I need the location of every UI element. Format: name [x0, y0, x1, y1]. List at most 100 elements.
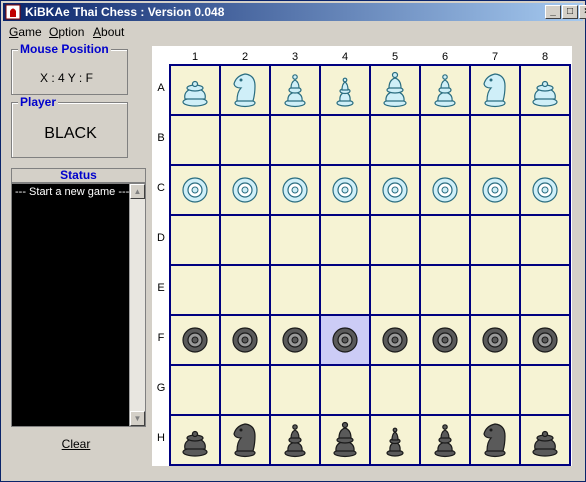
square-B1[interactable]	[171, 116, 219, 164]
black-pawn-icon[interactable]	[321, 316, 369, 364]
black-boat-icon[interactable]	[421, 416, 469, 464]
square-D4[interactable]	[321, 216, 369, 264]
black-pawn-icon[interactable]	[271, 316, 319, 364]
square-F1[interactable]	[171, 316, 219, 364]
black-queen-icon[interactable]	[371, 416, 419, 464]
square-C5[interactable]	[371, 166, 419, 214]
square-F7[interactable]	[471, 316, 519, 364]
square-D5[interactable]	[371, 216, 419, 264]
black-king-icon[interactable]	[521, 416, 569, 464]
white-pawn-icon[interactable]	[471, 166, 519, 214]
white-boat-icon[interactable]	[271, 66, 319, 114]
square-G3[interactable]	[271, 366, 319, 414]
square-G8[interactable]	[521, 366, 569, 414]
square-C2[interactable]	[221, 166, 269, 214]
black-pawn-icon[interactable]	[171, 316, 219, 364]
white-horse-icon[interactable]	[471, 66, 519, 114]
square-B7[interactable]	[471, 116, 519, 164]
square-A6[interactable]	[421, 66, 469, 114]
black-pawn-icon[interactable]	[221, 316, 269, 364]
scroll-up-icon[interactable]: ▲	[130, 184, 145, 199]
square-F8[interactable]	[521, 316, 569, 364]
square-G7[interactable]	[471, 366, 519, 414]
square-H8[interactable]	[521, 416, 569, 464]
square-B6[interactable]	[421, 116, 469, 164]
square-A5[interactable]	[371, 66, 419, 114]
black-pawn-icon[interactable]	[371, 316, 419, 364]
square-H3[interactable]	[271, 416, 319, 464]
black-elephant-icon[interactable]	[321, 416, 369, 464]
white-pawn-icon[interactable]	[521, 166, 569, 214]
square-C1[interactable]	[171, 166, 219, 214]
square-E1[interactable]	[171, 266, 219, 314]
white-pawn-icon[interactable]	[221, 166, 269, 214]
square-H1[interactable]	[171, 416, 219, 464]
square-H7[interactable]	[471, 416, 519, 464]
square-H6[interactable]	[421, 416, 469, 464]
square-G2[interactable]	[221, 366, 269, 414]
white-elephant-icon[interactable]	[371, 66, 419, 114]
square-C8[interactable]	[521, 166, 569, 214]
black-king-icon[interactable]	[171, 416, 219, 464]
square-G1[interactable]	[171, 366, 219, 414]
white-boat-icon[interactable]	[421, 66, 469, 114]
square-G5[interactable]	[371, 366, 419, 414]
menu-game[interactable]: Game	[9, 25, 42, 39]
title-bar[interactable]: KiBKAe Thai Chess : Version 0.048 _ □ ×	[3, 3, 586, 21]
square-C6[interactable]	[421, 166, 469, 214]
square-H5[interactable]	[371, 416, 419, 464]
white-pawn-icon[interactable]	[321, 166, 369, 214]
square-D3[interactable]	[271, 216, 319, 264]
white-pawn-icon[interactable]	[271, 166, 319, 214]
black-horse-icon[interactable]	[471, 416, 519, 464]
maximize-button[interactable]: □	[562, 5, 578, 19]
square-E6[interactable]	[421, 266, 469, 314]
square-G4[interactable]	[321, 366, 369, 414]
black-pawn-icon[interactable]	[421, 316, 469, 364]
white-horse-icon[interactable]	[221, 66, 269, 114]
status-scrollbar[interactable]: ▲ ▼	[129, 184, 145, 426]
square-F6[interactable]	[421, 316, 469, 364]
square-B5[interactable]	[371, 116, 419, 164]
menu-option[interactable]: Option	[49, 25, 84, 39]
square-A8[interactable]	[521, 66, 569, 114]
black-horse-icon[interactable]	[221, 416, 269, 464]
close-button[interactable]: ×	[579, 5, 586, 19]
square-H4[interactable]	[321, 416, 369, 464]
square-F5[interactable]	[371, 316, 419, 364]
square-D6[interactable]	[421, 216, 469, 264]
minimize-button[interactable]: _	[545, 5, 561, 19]
square-B4[interactable]	[321, 116, 369, 164]
square-E7[interactable]	[471, 266, 519, 314]
square-F4[interactable]	[321, 316, 369, 364]
square-C3[interactable]	[271, 166, 319, 214]
white-pawn-icon[interactable]	[371, 166, 419, 214]
clear-button[interactable]: Clear	[41, 437, 111, 453]
black-boat-icon[interactable]	[271, 416, 319, 464]
square-D2[interactable]	[221, 216, 269, 264]
square-E4[interactable]	[321, 266, 369, 314]
square-D1[interactable]	[171, 216, 219, 264]
square-E3[interactable]	[271, 266, 319, 314]
white-queen-icon[interactable]	[321, 66, 369, 114]
square-B8[interactable]	[521, 116, 569, 164]
square-E5[interactable]	[371, 266, 419, 314]
square-C7[interactable]	[471, 166, 519, 214]
square-A1[interactable]	[171, 66, 219, 114]
square-B2[interactable]	[221, 116, 269, 164]
square-H2[interactable]	[221, 416, 269, 464]
square-F3[interactable]	[271, 316, 319, 364]
menu-about[interactable]: About	[93, 25, 124, 39]
square-G6[interactable]	[421, 366, 469, 414]
black-pawn-icon[interactable]	[521, 316, 569, 364]
square-B3[interactable]	[271, 116, 319, 164]
white-king-icon[interactable]	[171, 66, 219, 114]
white-pawn-icon[interactable]	[171, 166, 219, 214]
white-king-icon[interactable]	[521, 66, 569, 114]
square-A2[interactable]	[221, 66, 269, 114]
square-E2[interactable]	[221, 266, 269, 314]
square-A3[interactable]	[271, 66, 319, 114]
square-D7[interactable]	[471, 216, 519, 264]
scroll-down-icon[interactable]: ▼	[130, 411, 145, 426]
square-A4[interactable]	[321, 66, 369, 114]
